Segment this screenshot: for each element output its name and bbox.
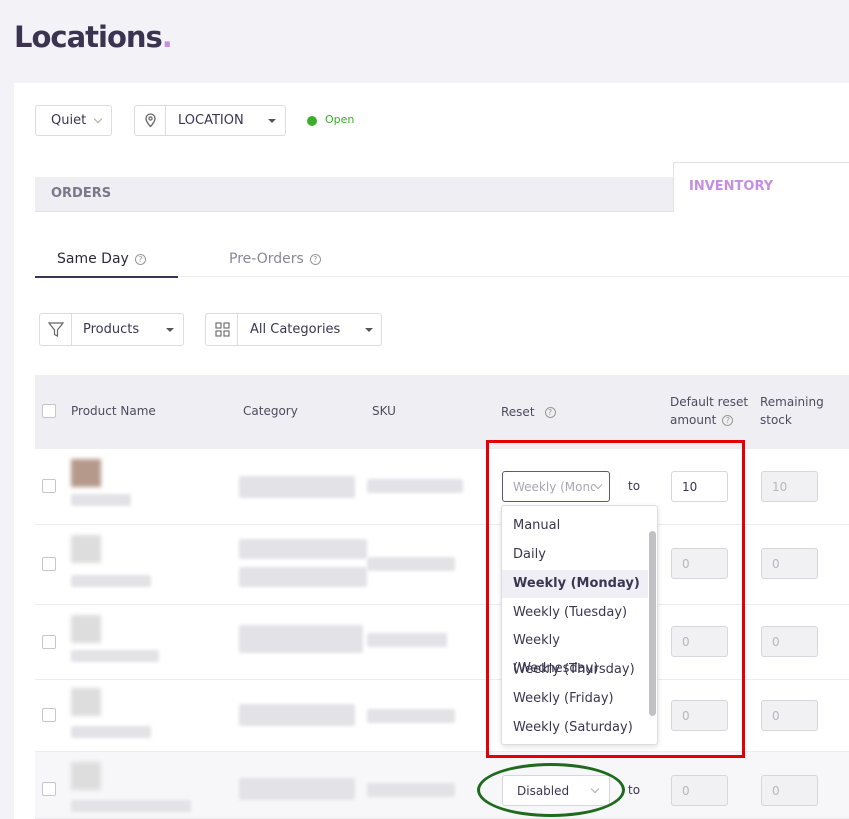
remaining-stock-input-row2: 0 [761,548,818,579]
category-redacted [239,704,355,726]
row-checkbox[interactable] [42,782,56,796]
product-name-redacted [71,494,131,506]
header-default-reset-amount: Default reset amount? [670,395,749,427]
row-checkbox[interactable] [42,479,56,493]
location-select[interactable]: LOCATION [134,105,286,136]
annotation-red-box [486,440,745,758]
default-amount-value: 0 [682,783,690,798]
sku-redacted [367,633,447,647]
remaining-stock-input-row5: 0 [761,775,818,806]
sku-redacted [367,709,455,723]
grid-icon [206,314,238,345]
location-select-value: LOCATION [178,113,244,128]
product-thumbnail [71,535,101,563]
to-label: to [628,783,641,797]
remaining-stock-value: 0 [772,783,780,798]
status-label: Open [325,113,355,126]
categories-value: All Categories [250,322,341,337]
map-pin-icon [135,106,166,135]
tab-orders[interactable]: ORDERS [51,186,111,201]
product-thumbnail [71,688,101,716]
subtab-same-day-label: Same Day [57,251,129,267]
mode-select[interactable]: Quiet [35,105,112,136]
sku-redacted [367,783,455,797]
product-name-redacted [71,650,159,662]
remaining-stock-value: 0 [772,634,780,649]
annotation-green-ellipse [477,763,625,817]
subtab-pre-orders[interactable]: Pre-Orders? [229,251,321,267]
subtab-pre-orders-label: Pre-Orders [229,251,304,267]
subtab-divider [178,276,849,277]
remaining-stock-value: 10 [772,479,788,494]
filter-icon [40,314,72,345]
product-thumbnail [71,762,101,790]
table-header: Product Name Category SKU Reset? Default… [35,375,849,449]
active-tab-indicator [35,276,178,278]
tab-inventory-label: INVENTORY [689,179,774,194]
status-dot-icon [307,116,317,126]
select-all-checkbox[interactable] [42,404,56,418]
sku-redacted [367,479,463,493]
product-name-redacted [71,800,191,812]
product-thumbnail [71,459,101,487]
row-checkbox[interactable] [42,635,56,649]
help-icon: ? [722,415,734,426]
tab-inventory[interactable]: INVENTORY [673,162,849,212]
products-filter-select[interactable]: Products [39,313,184,346]
header-sku: SKU [372,404,396,418]
header-reset: Reset? [501,403,556,421]
remaining-stock-input-row4: 0 [761,700,818,731]
page-title: Locations. [14,20,173,54]
remaining-stock-input-row1: 10 [761,471,818,502]
product-thumbnail [71,615,101,643]
tab-bar [35,177,673,212]
product-name-redacted [71,726,151,738]
remaining-stock-value: 0 [772,556,780,571]
category-redacted [239,567,367,587]
header-category: Category [243,404,298,418]
category-redacted [239,778,355,800]
remaining-stock-value: 0 [772,708,780,723]
product-name-redacted [71,575,151,587]
default-amount-input-row5: 0 [671,775,728,806]
help-icon: ? [134,253,146,265]
chevron-down-icon [93,114,103,124]
categories-select[interactable]: All Categories [205,313,382,346]
header-product-name: Product Name [71,404,156,418]
help-icon: ? [544,407,556,418]
help-icon: ? [309,253,321,265]
subtab-same-day[interactable]: Same Day? [57,251,146,267]
category-redacted [239,625,363,653]
products-filter-value: Products [83,322,140,337]
header-remaining-stock: Remaining stock [760,395,824,427]
row-checkbox[interactable] [42,708,56,722]
sku-redacted [367,557,455,571]
category-redacted [239,539,367,559]
mode-select-value: Quiet [51,113,87,128]
category-redacted [239,476,355,498]
caret-down-icon [268,119,276,123]
remaining-stock-input-row3: 0 [761,626,818,657]
caret-down-icon [365,328,373,332]
caret-down-icon [166,328,174,332]
row-checkbox[interactable] [42,557,56,571]
